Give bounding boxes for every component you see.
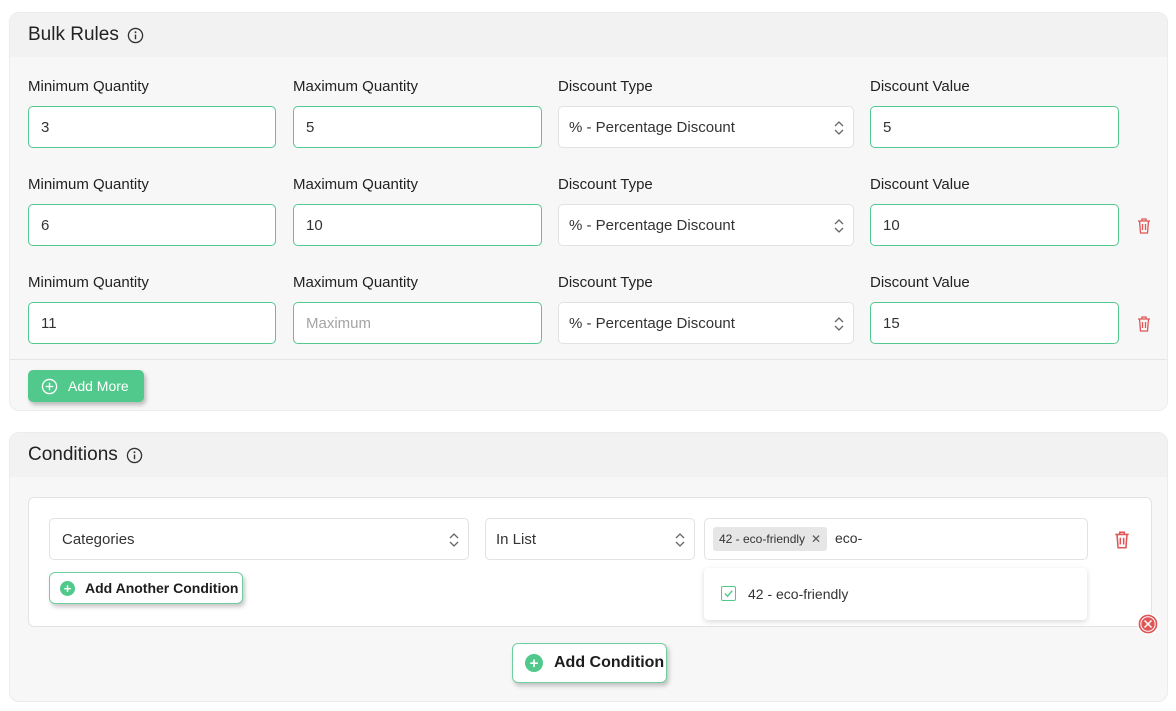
discount-type-label: Discount Type xyxy=(558,176,653,193)
conditions-header: Conditions xyxy=(10,433,1167,477)
discount-value-label: Discount Value xyxy=(870,78,970,95)
add-more-button[interactable]: Add More xyxy=(28,370,144,402)
add-another-condition-label: Add Another Condition xyxy=(85,580,239,596)
discount-value-label: Discount Value xyxy=(870,176,970,193)
values-dropdown: 42 - eco-friendly xyxy=(704,568,1087,620)
condition-values-multiselect[interactable]: 42 - eco-friendly ✕ eco- xyxy=(704,518,1088,560)
condition-operator-value: In List xyxy=(496,530,537,548)
max-quantity-input[interactable]: 5 xyxy=(293,106,542,148)
max-quantity-input[interactable]: Maximum xyxy=(293,302,542,344)
min-quantity-label: Minimum Quantity xyxy=(28,78,149,95)
trash-icon[interactable] xyxy=(1113,530,1131,550)
trash-icon[interactable] xyxy=(1136,315,1152,333)
dropdown-option[interactable]: 42 - eco-friendly xyxy=(748,586,848,602)
max-quantity-label: Maximum Quantity xyxy=(293,176,419,193)
selected-tag: 42 - eco-friendly ✕ xyxy=(713,527,828,551)
condition-operator-select[interactable]: In List xyxy=(485,518,695,560)
discount-type-select[interactable]: % - Percentage Discount xyxy=(558,106,854,148)
discount-value-input[interactable]: 15 xyxy=(870,302,1119,344)
discount-type-label: Discount Type xyxy=(558,78,653,95)
discount-value-input[interactable]: 10 xyxy=(870,204,1119,246)
min-quantity-input[interactable]: 6 xyxy=(28,204,276,246)
discount-type-label: Discount Type xyxy=(558,274,653,291)
discount-value-input[interactable]: 5 xyxy=(870,106,1119,148)
discount-type-value: % - Percentage Discount xyxy=(569,216,735,234)
plus-circle-icon xyxy=(41,378,58,394)
min-quantity-input[interactable]: 3 xyxy=(28,106,276,148)
bulk-rules-panel: Bulk Rules Minimum Quantity Maximum Quan… xyxy=(9,12,1168,411)
min-quantity-label: Minimum Quantity xyxy=(28,274,149,291)
close-circle-icon[interactable] xyxy=(1137,613,1159,635)
chevron-updown-icon xyxy=(834,219,844,233)
search-text[interactable]: eco- xyxy=(835,530,862,546)
add-more-label: Add More xyxy=(68,378,129,394)
discount-value-label: Discount Value xyxy=(870,274,970,291)
plus-circle-icon: + xyxy=(525,654,543,672)
condition-field-value: Categories xyxy=(62,530,135,548)
bulk-rules-title: Bulk Rules xyxy=(28,24,119,45)
discount-type-value: % - Percentage Discount xyxy=(569,314,735,332)
chevron-updown-icon xyxy=(449,533,459,547)
conditions-panel: Conditions Categories In List 42 - eco-f… xyxy=(9,432,1168,702)
selected-tag-label: 42 - eco-friendly xyxy=(719,532,806,546)
divider xyxy=(10,359,1167,360)
max-quantity-input[interactable]: 10 xyxy=(293,204,542,246)
add-condition-button[interactable]: + Add Condition xyxy=(512,643,667,683)
trash-icon[interactable] xyxy=(1136,217,1152,235)
plus-circle-icon: + xyxy=(60,580,75,596)
chevron-updown-icon xyxy=(834,121,844,135)
discount-type-select[interactable]: % - Percentage Discount xyxy=(558,204,854,246)
min-quantity-label: Minimum Quantity xyxy=(28,176,149,193)
add-another-condition-button[interactable]: + Add Another Condition xyxy=(49,572,243,604)
checkbox-checked-icon[interactable] xyxy=(721,586,736,601)
max-quantity-label: Maximum Quantity xyxy=(293,78,419,95)
add-condition-label: Add Condition xyxy=(554,654,665,671)
discount-type-select[interactable]: % - Percentage Discount xyxy=(558,302,854,344)
condition-field-select[interactable]: Categories xyxy=(49,518,469,560)
chevron-updown-icon xyxy=(834,317,844,331)
min-quantity-input[interactable]: 11 xyxy=(28,302,276,344)
chevron-updown-icon xyxy=(675,533,685,547)
max-quantity-label: Maximum Quantity xyxy=(293,274,419,291)
bulk-rules-header: Bulk Rules xyxy=(10,13,1167,57)
info-icon[interactable] xyxy=(127,27,144,44)
remove-tag-icon[interactable]: ✕ xyxy=(811,532,821,546)
discount-type-value: % - Percentage Discount xyxy=(569,118,735,136)
conditions-title: Conditions xyxy=(28,444,118,465)
info-icon[interactable] xyxy=(126,447,143,464)
